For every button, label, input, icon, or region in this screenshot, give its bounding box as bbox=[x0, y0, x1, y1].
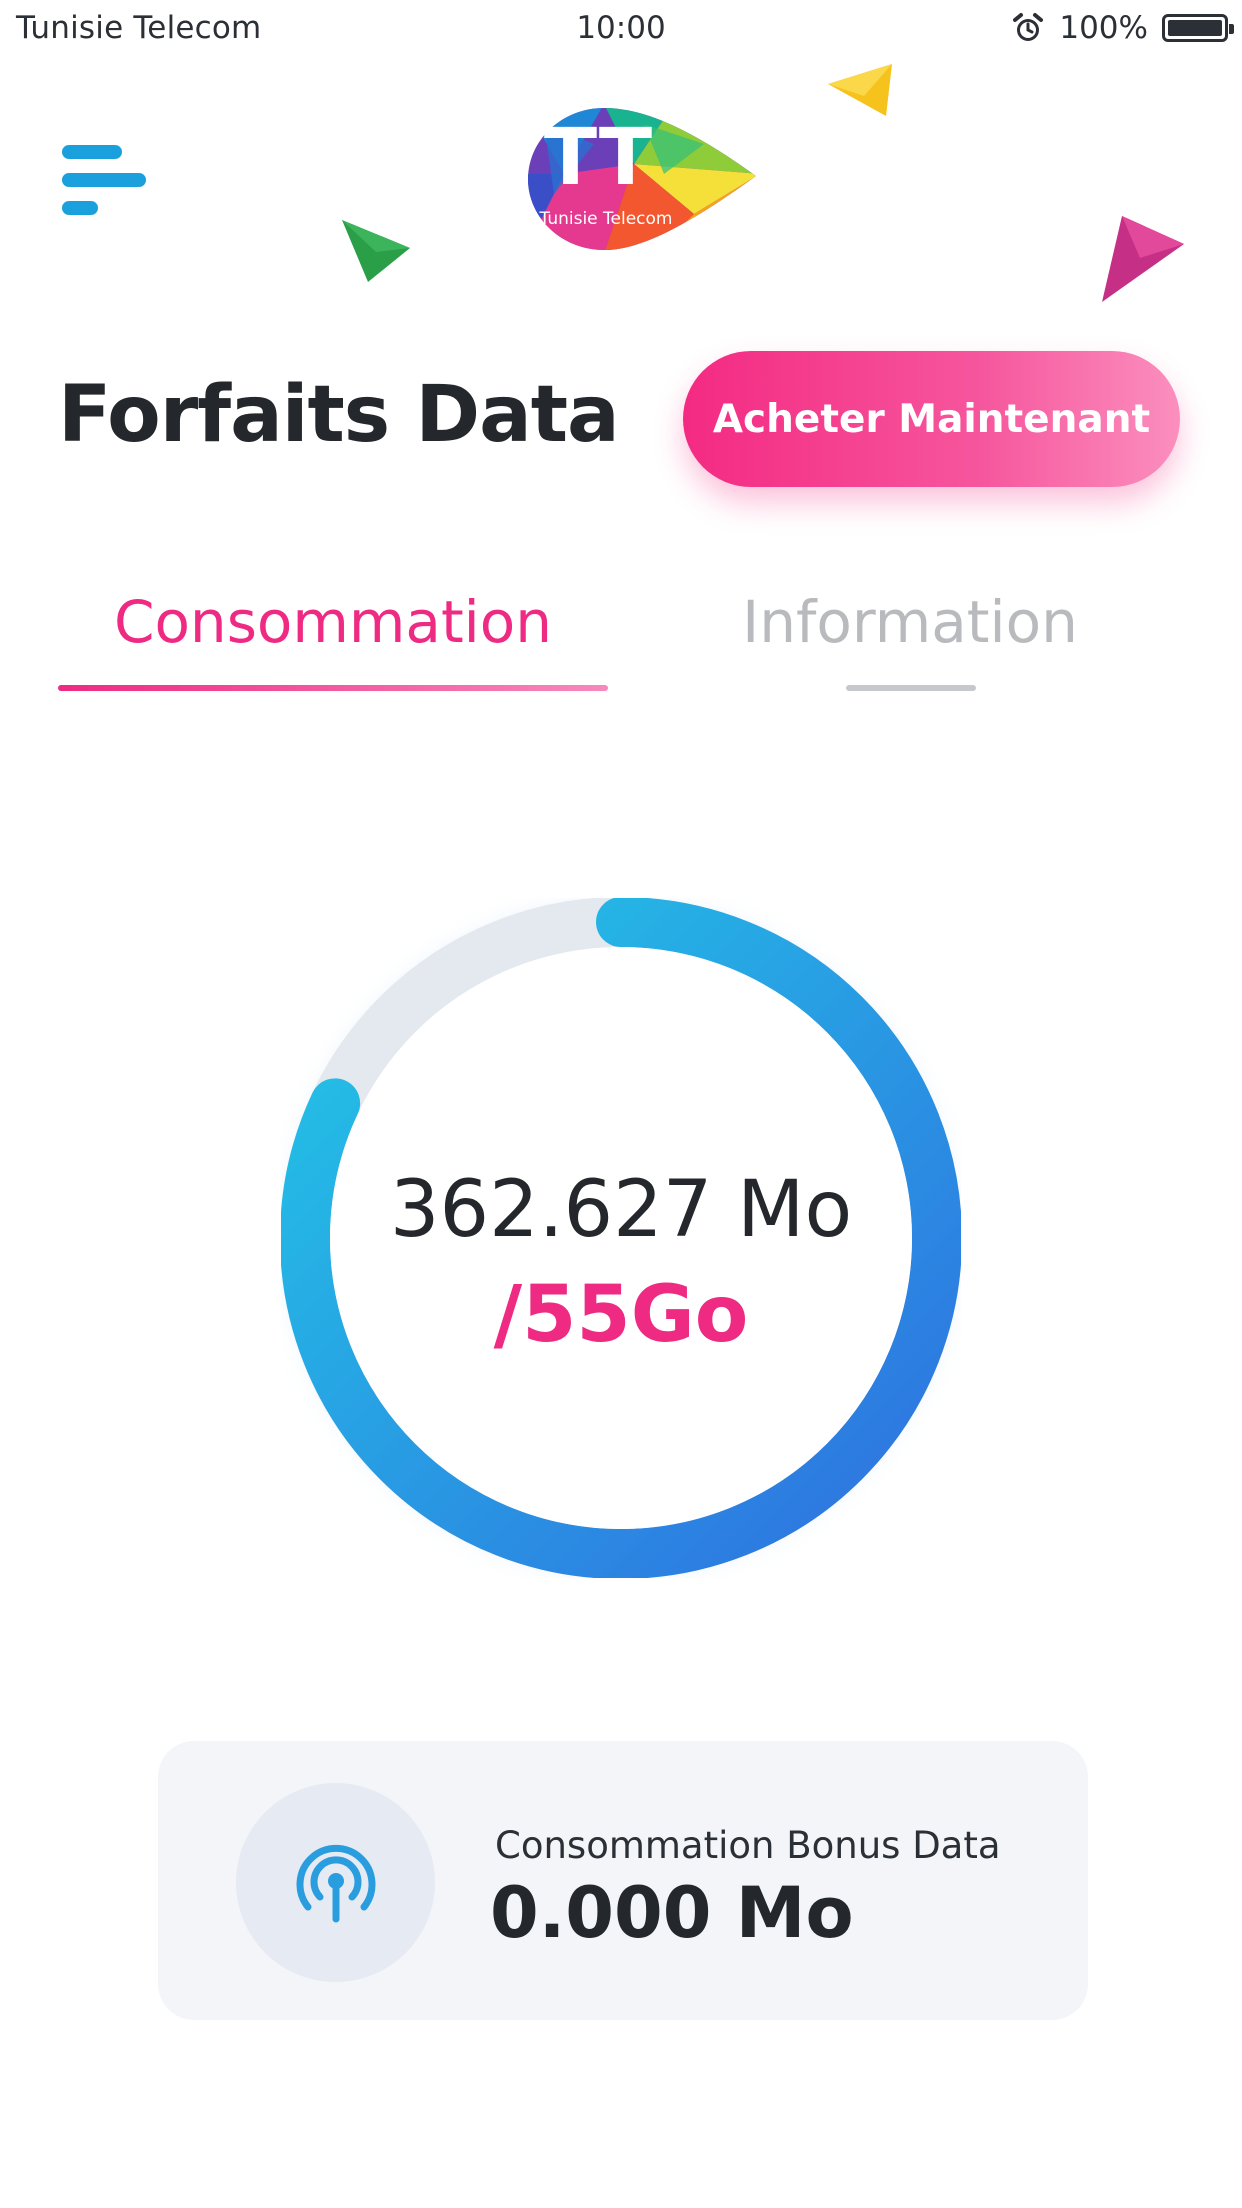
battery-icon bbox=[1162, 14, 1234, 42]
alarm-icon bbox=[1013, 13, 1044, 41]
tab-information[interactable]: Information bbox=[700, 588, 1120, 656]
menu-icon bbox=[62, 145, 122, 159]
broadcast-icon bbox=[296, 1844, 376, 1923]
page-title: Forfaits Data bbox=[58, 370, 620, 460]
menu-icon-bar bbox=[62, 201, 98, 215]
menu-icon-bar bbox=[62, 173, 146, 187]
battery-percent: 100% bbox=[1059, 10, 1148, 46]
data-used-value: 362.627 Mo bbox=[389, 1165, 853, 1255]
bonus-data-value: 0.000 Mo bbox=[490, 1872, 854, 1954]
data-total-value: /55Go bbox=[493, 1270, 749, 1360]
logo-text: Tunisie Telecom bbox=[539, 209, 673, 229]
bonus-data-label: Consommation Bonus Data bbox=[495, 1824, 1001, 1867]
menu-button[interactable] bbox=[58, 145, 148, 215]
logo-letters: TT bbox=[544, 113, 652, 203]
confetti-triangle-magenta bbox=[1102, 216, 1184, 302]
tunisie-telecom-logo: TT Tunisie Telecom bbox=[528, 108, 756, 250]
bonus-icon-container bbox=[236, 1783, 435, 1982]
status-right: 100% bbox=[1011, 10, 1234, 46]
confetti-triangle-yellow bbox=[828, 64, 892, 116]
tab-consommation[interactable]: Consommation bbox=[58, 588, 608, 656]
tab-indicator-active bbox=[58, 685, 608, 691]
tab-indicator-inactive bbox=[846, 685, 976, 691]
confetti-triangle-green bbox=[342, 220, 410, 282]
buy-now-button[interactable]: Acheter Maintenant bbox=[683, 351, 1180, 487]
